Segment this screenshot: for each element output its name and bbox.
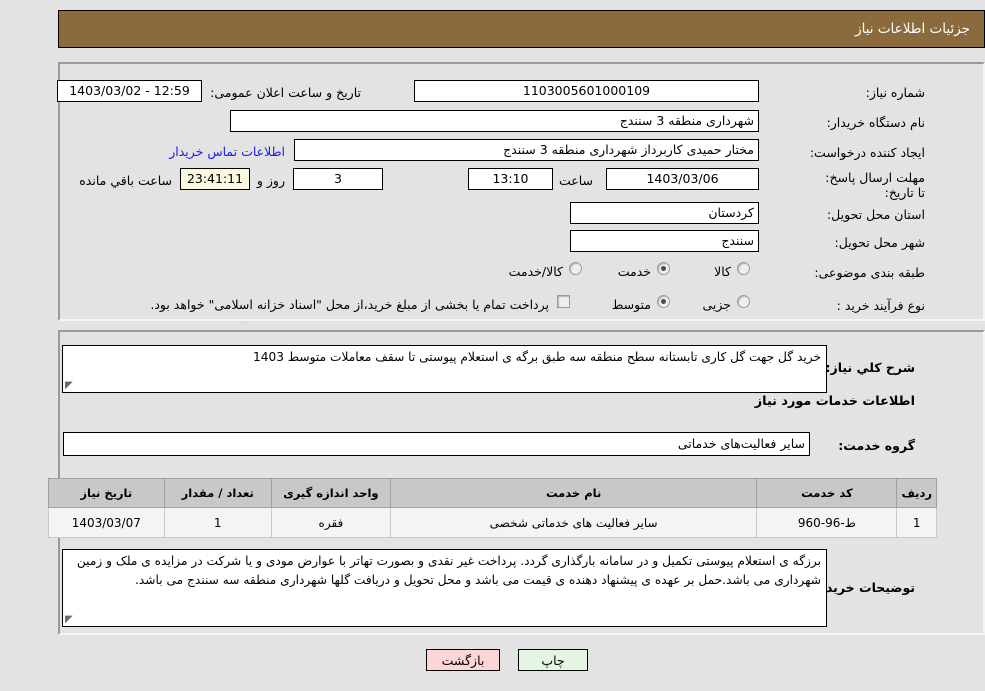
deadline-label: مهلت ارسال پاسخ: تا تاریخ: (825, 170, 925, 200)
request-creator-field[interactable]: مختار حمیدی کاربرداز شهرداری منطقه 3 سنن… (294, 139, 759, 161)
province-label: استان محل تحویل: (826, 207, 925, 222)
province-field[interactable]: کردستان (570, 202, 759, 224)
deadline-time-label: ساعت (558, 173, 593, 188)
service-group-label: گروه خدمت: (838, 438, 915, 453)
summary-textarea[interactable]: خرید گل جهت گل کاری تابستانه سطح منطقه س… (62, 345, 827, 393)
resize-grip-icon[interactable]: ◥ (65, 380, 75, 391)
buyer-org-label: نام دستگاه خریدار: (826, 115, 925, 130)
purchase-radio-motevaset[interactable] (657, 295, 670, 308)
deadline-countdown-label: ساعت باقي مانده (79, 173, 172, 188)
public-announce-field[interactable]: 12:59 - 1403/03/02 (57, 80, 202, 102)
category-option-kala[interactable]: کالا (714, 264, 731, 279)
th-radif: ردیف (896, 478, 937, 508)
buyer-notes-textarea[interactable]: برزگه ی استعلام پیوستی تکمیل و در سامانه… (62, 549, 827, 627)
category-option-khedmat[interactable]: خدمت (618, 264, 651, 279)
request-creator-label: ایجاد کننده درخواست: (809, 145, 925, 160)
back-button[interactable]: بازگشت (426, 649, 500, 671)
cell-radif: 1 (896, 507, 937, 538)
service-group-field[interactable]: سایر فعالیت‌های خدماتی (63, 432, 810, 456)
city-field[interactable]: سنندج (570, 230, 759, 252)
treasury-docs-checkbox[interactable] (557, 295, 570, 308)
cell-code: ط-96-960 (756, 507, 898, 538)
category-option-kala-khedmat[interactable]: کالا/خدمت (509, 264, 563, 279)
resize-grip-icon-notes[interactable]: ◥ (65, 614, 75, 625)
page-title: جزئیات اطلاعات نیاز (855, 21, 970, 37)
buyer-org-field[interactable]: شهرداری منطقه 3 سنندج (230, 110, 759, 132)
cell-qty: 1 (163, 507, 272, 538)
services-section-heading: اطلاعات خدمات مورد نیاز (754, 394, 915, 409)
category-label: طبقه بندی موضوعی: (814, 265, 925, 280)
summary-text: خرید گل جهت گل کاری تابستانه سطح منطقه س… (252, 350, 821, 364)
table-row: 1 ط-96-960 سایر فعالیت های خدماتی شخصی ف… (48, 507, 937, 538)
purchase-radio-jozii[interactable] (737, 295, 750, 308)
need-number-field[interactable]: 1103005601000109 (414, 80, 759, 102)
summary-label: شرح کلي نياز: (825, 360, 915, 375)
page-header: جزئیات اطلاعات نیاز (58, 10, 985, 48)
category-radio-kala[interactable] (737, 262, 750, 275)
th-name: نام خدمت (389, 478, 758, 508)
category-radio-khedmat[interactable] (657, 262, 670, 275)
table-header-row: ردیف کد خدمت نام خدمت واحد اندازه گیری ت… (48, 478, 937, 508)
page-root: V AriaTender.net جزئیات اطلاعات نیاز شما… (0, 0, 985, 691)
th-date: تاریخ نیاز (48, 478, 165, 508)
th-unit: واحد اندازه گیری (270, 478, 391, 508)
deadline-time-field[interactable]: 13:10 (468, 168, 553, 190)
need-number-label: شماره نیاز: (865, 85, 925, 100)
buyer-contact-link[interactable]: اطلاعات تماس خریدار (169, 144, 285, 159)
services-table: ردیف کد خدمت نام خدمت واحد اندازه گیری ت… (48, 478, 937, 538)
th-qty: تعداد / مقدار (163, 478, 272, 508)
buyer-notes-text: برزگه ی استعلام پیوستی تکمیل و در سامانه… (76, 554, 821, 587)
print-button[interactable]: چاپ (518, 649, 588, 671)
purchase-option-motevaset[interactable]: متوسط (612, 297, 651, 312)
cell-unit: فقره (270, 507, 391, 538)
public-announce-label: تاریخ و ساعت اعلان عمومی: (210, 85, 361, 100)
cell-date: 1403/03/07 (48, 507, 165, 538)
th-code: کد خدمت (756, 478, 898, 508)
deadline-days-label: روز و (256, 173, 285, 188)
treasury-docs-label: پرداخت تمام یا بخشی از مبلغ خرید،از محل … (150, 297, 549, 312)
category-radio-kala-khedmat[interactable] (569, 262, 582, 275)
purchase-option-jozii[interactable]: جزیی (702, 297, 731, 312)
deadline-date-field[interactable]: 1403/03/06 (606, 168, 759, 190)
deadline-countdown-field: 23:41:11 (180, 168, 250, 190)
deadline-days-field[interactable]: 3 (293, 168, 383, 190)
cell-name: سایر فعالیت های خدماتی شخصی (389, 507, 758, 538)
purchase-type-label: نوع فرآیند خرید : (836, 298, 925, 313)
city-label: شهر محل تحویل: (834, 235, 925, 250)
